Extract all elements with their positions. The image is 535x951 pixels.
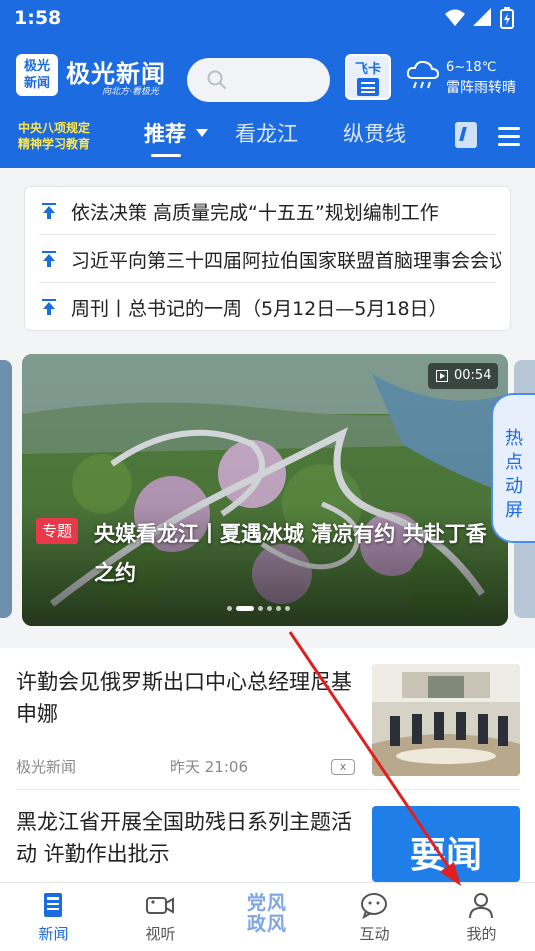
promo-line-2: 精神学习教育 xyxy=(18,137,91,151)
video-icon xyxy=(146,897,174,914)
tab-kanlongjiang[interactable]: 看龙江 xyxy=(235,118,298,148)
app-logo[interactable]: 极光 新闻 xyxy=(16,54,58,96)
battery-icon xyxy=(500,7,514,29)
headline-item[interactable]: 依法决策 高质量完成“十五五”规划编制工作 xyxy=(25,187,510,235)
menu-icon[interactable] xyxy=(498,127,520,147)
carousel-dot-active[interactable] xyxy=(236,606,254,611)
nav-label: 互动 xyxy=(359,925,390,943)
nav-video[interactable]: 视听 xyxy=(107,883,214,951)
headline-text: 习近平向第三十四届阿拉伯国家联盟首脑理事会会议主席 xyxy=(71,250,501,272)
play-icon xyxy=(436,370,448,382)
carousel-dot[interactable] xyxy=(267,606,272,611)
promo-line-1: 中央八项规定 xyxy=(18,121,91,135)
video-duration: 00:54 xyxy=(454,368,492,383)
headline-text: 依法决策 高质量完成“十五五”规划编制工作 xyxy=(71,202,439,224)
nav-label: 党风政风 xyxy=(246,892,287,935)
top-headlines: 依法决策 高质量完成“十五五”规划编制工作 习近平向第三十四届阿拉伯国家联盟首脑… xyxy=(24,186,511,331)
pin-top-icon xyxy=(42,203,56,219)
news-thumbnail: 要闻 xyxy=(372,806,520,882)
news-item[interactable]: 许勤会见俄罗斯出口中心总经理尼基申娜 极光新闻 昨天 21:06 x xyxy=(0,648,535,790)
tab-zongguanxian[interactable]: 纵贯线 xyxy=(343,118,406,148)
signal-icon xyxy=(473,8,491,26)
news-item[interactable]: 黑龙江省开展全国助残日系列主题活动 许勤作出批示 要闻 xyxy=(0,790,535,882)
news-source: 极光新闻 xyxy=(16,758,77,776)
news-title: 许勤会见俄罗斯出口中心总经理尼基申娜 xyxy=(16,670,352,726)
nav-label: 视听 xyxy=(145,925,176,943)
tab-more-channel-icon[interactable] xyxy=(455,122,477,148)
weather-temp: 6~18℃ xyxy=(446,60,497,75)
feika-card-icon xyxy=(357,78,379,96)
nav-profile[interactable]: 我的 xyxy=(428,883,535,951)
hot-tab-label: 热点动屏 xyxy=(505,428,523,521)
carousel-dot[interactable] xyxy=(227,606,232,611)
nav-news[interactable]: 新闻 xyxy=(0,883,107,951)
hot-moving-screen-tab[interactable]: 热点动屏 xyxy=(491,393,535,543)
search-icon xyxy=(207,70,226,89)
carousel-prev-peek[interactable] xyxy=(0,360,12,618)
search-input[interactable] xyxy=(187,58,330,102)
wifi-icon xyxy=(445,9,465,26)
news-time: 昨天 21:06 xyxy=(170,758,248,776)
tab-label: 看龙江 xyxy=(235,122,298,146)
carousel-title: 央媒看龙江丨夏遇冰城 清凉有约 共赴丁香之约 xyxy=(94,522,487,585)
carousel-dot[interactable] xyxy=(276,606,281,611)
topic-tag: 专题 xyxy=(36,518,79,544)
feika-button[interactable]: 飞卡 xyxy=(345,54,391,100)
chat-icon xyxy=(361,893,387,919)
thumbnail-label: 要闻 xyxy=(409,834,482,876)
headline-item[interactable]: 周刊丨总书记的一周（5月12日—5月18日） xyxy=(25,283,510,330)
status-bar: 1:58 xyxy=(0,0,535,36)
news-icon xyxy=(44,893,62,917)
app-header: 1:58 极光 新闻 极光新闻 向北方·看极光 飞卡 6~18℃ 雷阵雨转晴 中… xyxy=(0,0,535,168)
nav-label: 新闻 xyxy=(38,925,69,943)
bottom-navigation: 新闻 视听 党风政风 互动 我的 xyxy=(0,882,535,951)
weather-desc: 雷阵雨转晴 xyxy=(446,80,516,96)
featured-carousel[interactable]: 00:54 专题 央媒看龙江丨夏遇冰城 清凉有约 共赴丁香之约 xyxy=(22,354,508,626)
carousel-dot[interactable] xyxy=(258,606,263,611)
weather-rain-icon xyxy=(406,60,440,89)
status-icons xyxy=(445,7,514,29)
status-time: 1:58 xyxy=(14,7,62,29)
active-tab-indicator xyxy=(151,154,181,157)
tab-label: 纵贯线 xyxy=(343,122,406,146)
headline-item[interactable]: 习近平向第三十四届阿拉伯国家联盟首脑理事会会议主席 xyxy=(25,235,510,283)
feika-label: 飞卡 xyxy=(354,62,381,77)
news-title: 黑龙江省开展全国助残日系列主题活动 许勤作出批示 xyxy=(16,810,352,866)
headline-text: 周刊丨总书记的一周（5月12日—5月18日） xyxy=(71,298,448,320)
brand-slogan: 向北方·看极光 xyxy=(102,87,159,97)
news-thumbnail xyxy=(372,664,520,776)
promo-banner[interactable]: 中央八项规定 精神学习教育 xyxy=(18,120,90,152)
chevron-down-icon[interactable] xyxy=(196,129,208,137)
dismiss-button[interactable]: x xyxy=(331,759,355,775)
carousel-dot[interactable] xyxy=(285,606,290,611)
pin-top-icon xyxy=(42,299,56,315)
tab-recommend[interactable]: 推荐 xyxy=(144,118,186,148)
nav-interact[interactable]: 互动 xyxy=(321,883,428,951)
video-duration-badge: 00:54 xyxy=(428,363,498,389)
nav-dangfeng[interactable]: 党风政风 xyxy=(214,883,321,951)
nav-label: 我的 xyxy=(466,925,497,943)
tab-label: 推荐 xyxy=(144,122,186,146)
pin-top-icon xyxy=(42,251,56,267)
user-icon xyxy=(469,893,493,919)
